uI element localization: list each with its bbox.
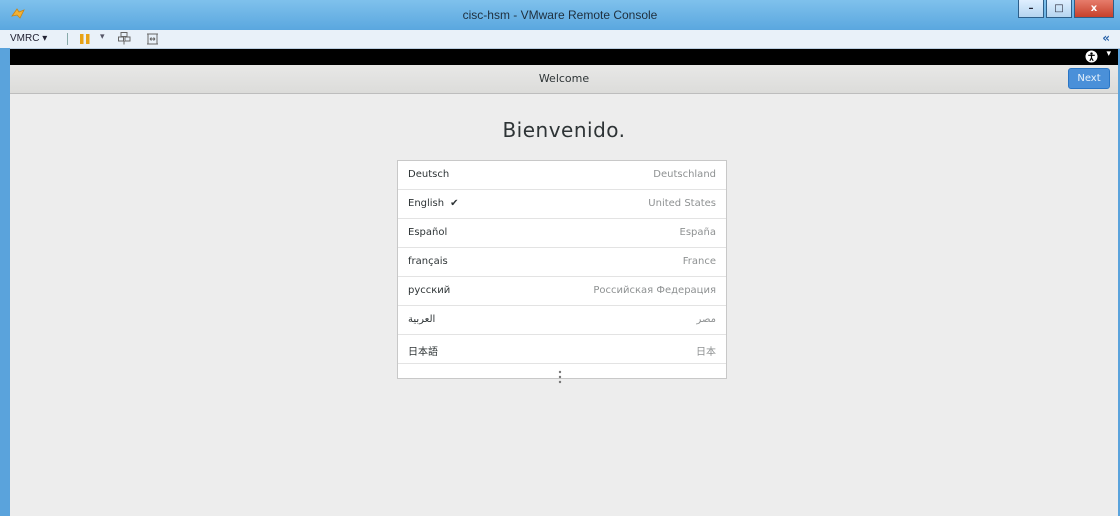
- fit-guest-icon[interactable]: [146, 33, 159, 45]
- guest-top-bar: ▾: [10, 49, 1118, 65]
- language-row-arabic[interactable]: العربية مصر: [398, 306, 726, 335]
- language-region: United States: [648, 198, 716, 209]
- language-name: Español: [408, 227, 448, 238]
- language-row-russian[interactable]: русский Российская Федерация: [398, 277, 726, 306]
- toolbar-divider: [67, 33, 68, 45]
- language-region: Российская Федерация: [593, 285, 716, 296]
- maximize-button[interactable]: □: [1046, 0, 1072, 18]
- language-name: 日本語: [408, 347, 438, 358]
- next-button[interactable]: Next: [1068, 68, 1110, 89]
- accessibility-icon[interactable]: [1085, 50, 1098, 63]
- more-languages-button[interactable]: [398, 364, 726, 390]
- welcome-heading: Bienvenido.: [502, 118, 626, 142]
- send-ctrl-alt-del-icon[interactable]: [118, 32, 131, 45]
- language-region: France: [682, 256, 716, 267]
- window-controls: – □ x: [1018, 0, 1114, 18]
- language-region: مصر: [696, 314, 716, 325]
- window-titlebar: cisc-hsm - VMware Remote Console – □ x: [0, 0, 1120, 30]
- guest-screen: Welcome Next Bienvenido. Deutsch Deutsch…: [10, 65, 1118, 516]
- check-icon: ✔: [450, 198, 459, 209]
- minimize-button[interactable]: –: [1018, 0, 1044, 18]
- language-name: français: [408, 256, 448, 267]
- language-row-espanol[interactable]: Español España: [398, 219, 726, 248]
- collapse-toolbar-icon[interactable]: «: [1102, 31, 1110, 45]
- language-row-francais[interactable]: français France: [398, 248, 726, 277]
- language-name: русский: [408, 285, 451, 296]
- language-row-english[interactable]: English ✔ United States: [398, 190, 726, 219]
- close-button[interactable]: x: [1074, 0, 1114, 18]
- window-frame-left: [0, 48, 10, 516]
- power-menu-caret[interactable]: ▾: [100, 32, 105, 42]
- language-region: España: [679, 227, 716, 238]
- language-region: 日本: [696, 347, 716, 358]
- language-name: Deutsch: [408, 169, 450, 180]
- language-name: English ✔: [408, 198, 459, 209]
- language-region: Deutschland: [653, 169, 716, 180]
- header-title: Welcome: [538, 72, 590, 85]
- language-row-japanese[interactable]: 日本語 日本: [398, 335, 726, 364]
- pause-icon[interactable]: [80, 34, 90, 44]
- system-menu-caret[interactable]: ▾: [1106, 49, 1111, 59]
- vertical-ellipsis-icon: [558, 370, 562, 384]
- language-row-deutsch[interactable]: Deutsch Deutschland: [398, 161, 726, 190]
- header-bar: Welcome Next: [10, 65, 1118, 94]
- language-name: العربية: [408, 314, 436, 325]
- language-list: Deutsch Deutschland English ✔ United Stat…: [397, 160, 727, 384]
- vmrc-toolbar: VMRC ▾ ▾ «: [0, 30, 1120, 49]
- window-title: cisc-hsm - VMware Remote Console: [462, 8, 658, 22]
- vmrc-menu-button[interactable]: VMRC ▾: [10, 33, 47, 44]
